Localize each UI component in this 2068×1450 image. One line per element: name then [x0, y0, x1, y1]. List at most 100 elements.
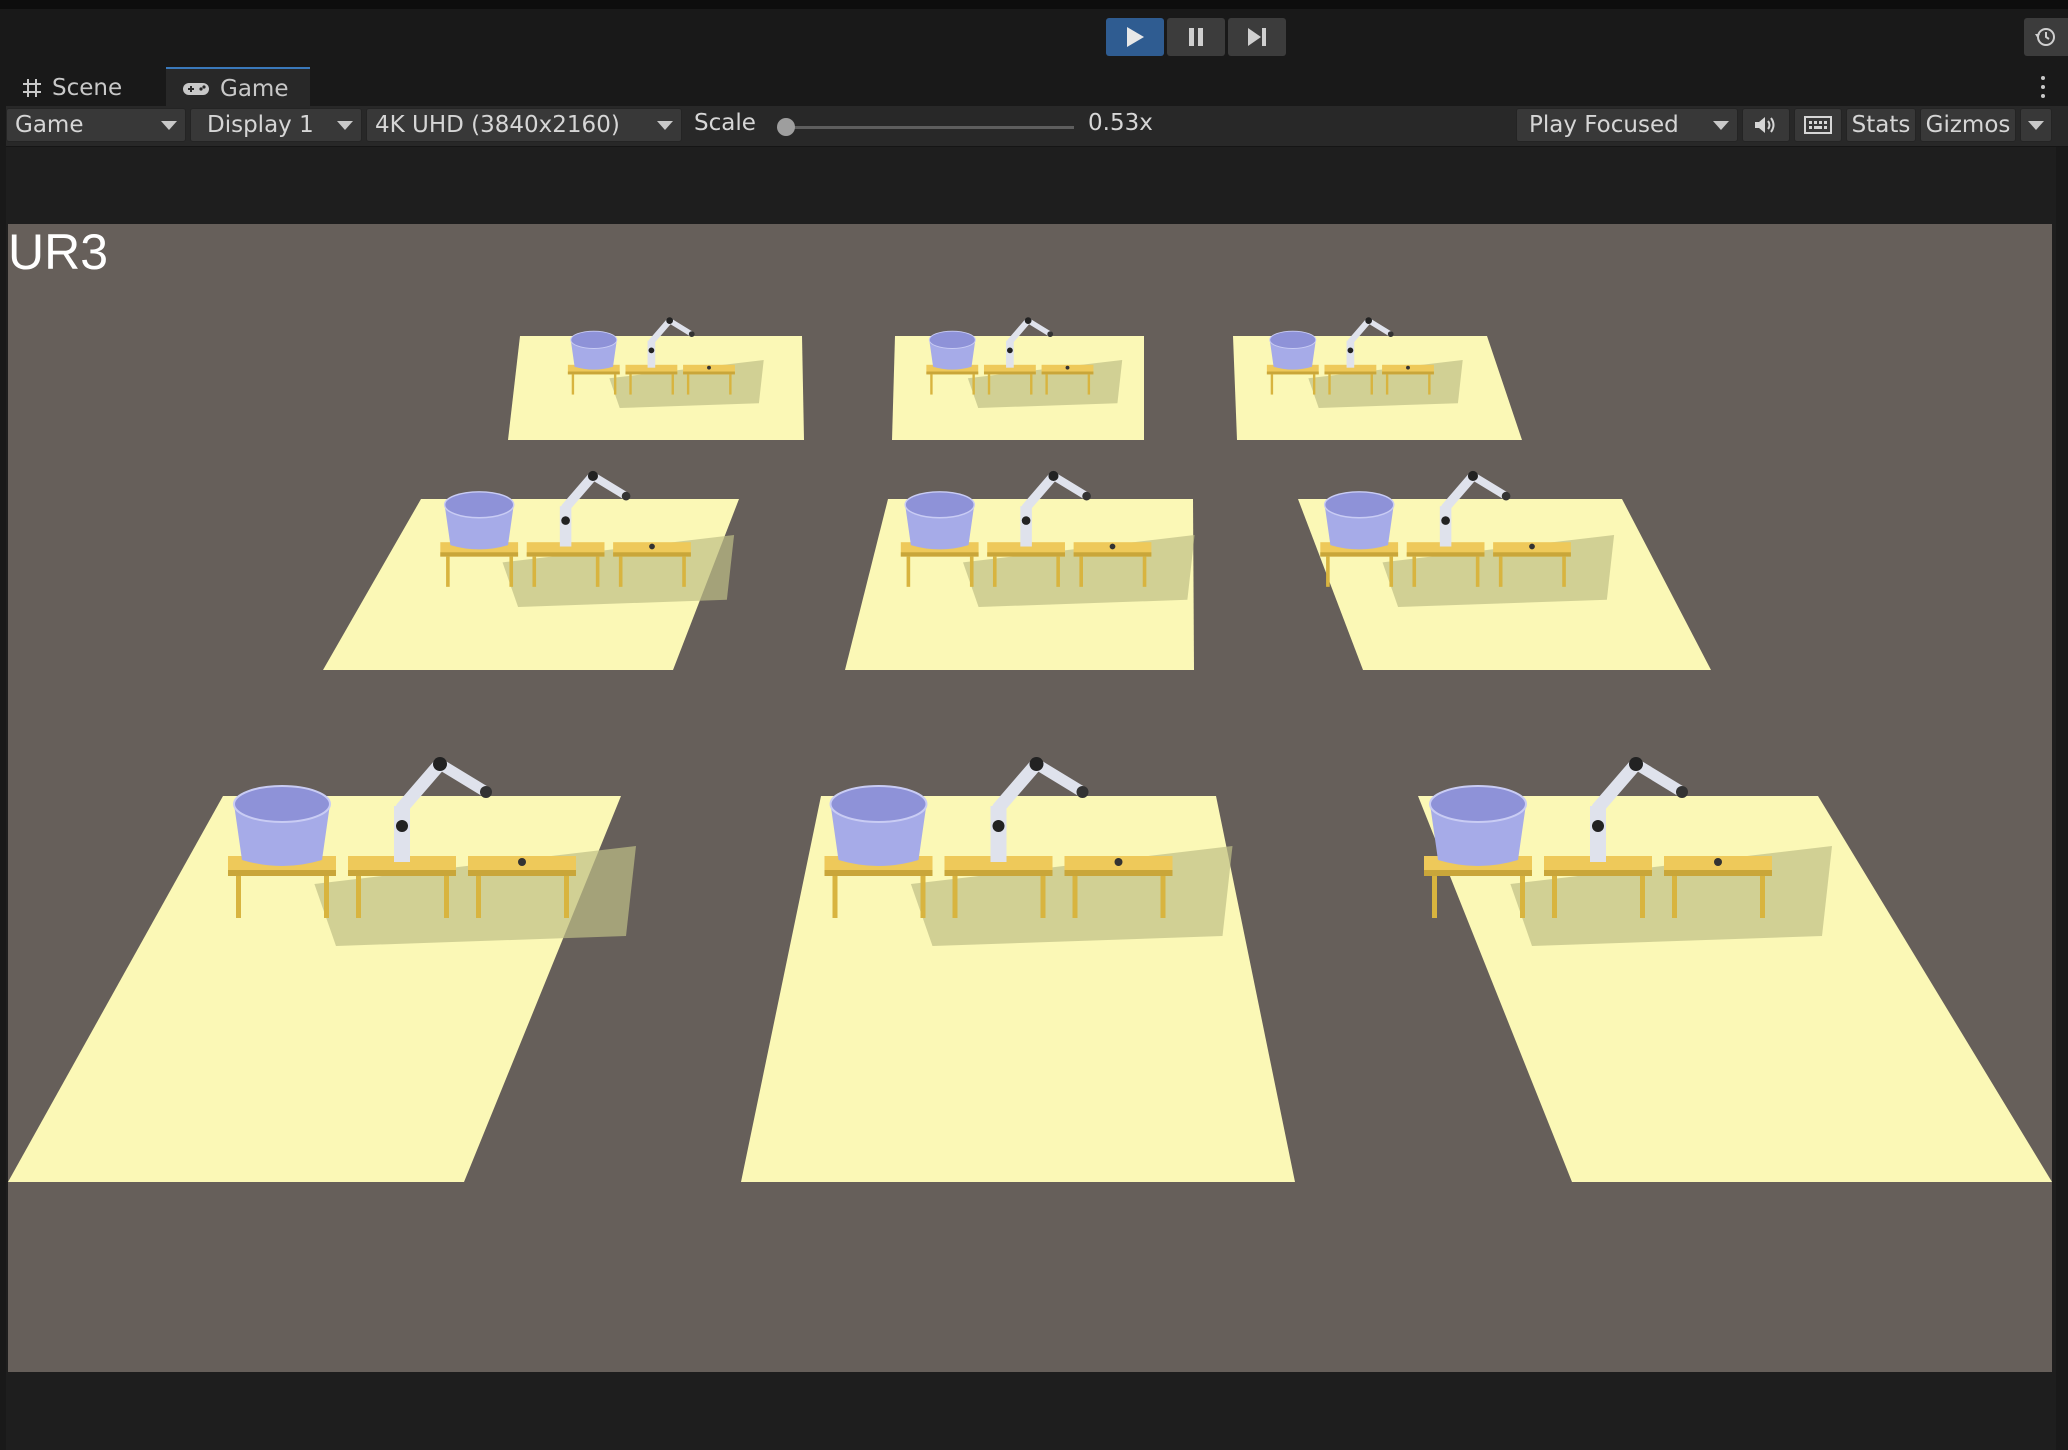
resolution-dropdown[interactable]: 4K UHD (3840x2160) — [366, 108, 682, 142]
table-leg — [324, 876, 329, 918]
robot-link — [434, 758, 492, 798]
robot-gripper — [1047, 331, 1054, 337]
robot-gripper — [1501, 491, 1511, 501]
table-leg — [1562, 556, 1566, 587]
target-object — [1529, 543, 1535, 550]
play-button[interactable] — [1106, 18, 1164, 56]
resolution-label: 4K UHD (3840x2160) — [375, 112, 620, 138]
table-edge — [987, 552, 1065, 557]
display-dropdown[interactable]: Display 1 — [190, 108, 362, 142]
robot-link — [1630, 758, 1688, 798]
table-leg — [629, 374, 632, 395]
robot-joint — [1347, 347, 1354, 354]
play-icon — [1127, 27, 1144, 47]
table-leg — [1385, 374, 1389, 395]
table-leg — [1432, 876, 1437, 918]
table-edge — [613, 552, 691, 557]
table-leg — [1412, 556, 1417, 587]
chevron-down-icon — [337, 120, 353, 130]
table-edge — [1320, 552, 1399, 557]
robot-joint — [1592, 820, 1604, 832]
scale-slider-track[interactable] — [786, 126, 1074, 129]
stats-button[interactable]: Stats — [1846, 108, 1916, 142]
table-edge — [1266, 371, 1319, 375]
simulation-scene — [8, 317, 2052, 1182]
robot-link — [1049, 472, 1091, 501]
bowl-rim — [1429, 785, 1527, 823]
table-leg — [1389, 556, 1394, 587]
robot-joint — [561, 516, 570, 525]
play-focused-label: Play Focused — [1529, 112, 1679, 138]
table-edge — [1424, 870, 1532, 876]
mute-audio-button[interactable] — [1742, 108, 1790, 142]
target-object — [1406, 365, 1410, 370]
table-leg — [446, 556, 450, 587]
robot-joint — [1365, 317, 1372, 324]
table-edge — [1493, 552, 1571, 557]
table-leg — [1640, 876, 1645, 918]
target-object — [1109, 543, 1116, 550]
table-leg — [1475, 556, 1480, 587]
tab-bar: Scene Game — [6, 66, 2068, 108]
table-leg — [1328, 374, 1331, 395]
table-edge — [824, 870, 933, 876]
gizmos-button[interactable]: Gizmos — [1920, 108, 2016, 142]
table-leg — [1552, 876, 1557, 918]
pause-button[interactable] — [1167, 18, 1225, 56]
table-leg — [356, 876, 361, 918]
bowl-rim — [829, 785, 928, 823]
more-options-icon[interactable] — [2038, 74, 2048, 100]
table-leg — [920, 876, 926, 918]
target-object — [1065, 365, 1070, 370]
title-strip — [0, 0, 2068, 9]
table-leg — [969, 556, 974, 587]
robot-joint — [1441, 516, 1450, 525]
table-leg — [618, 556, 623, 587]
history-button[interactable] — [2024, 18, 2068, 56]
table-leg — [1520, 876, 1525, 918]
table-edge — [1544, 870, 1652, 876]
table-leg — [1072, 876, 1078, 918]
play-focused-dropdown[interactable]: Play Focused — [1516, 108, 1738, 142]
game-viewport[interactable]: UR3 — [8, 224, 2052, 1372]
robot-link — [1031, 758, 1088, 798]
pause-icon — [1189, 28, 1203, 46]
table-leg — [1428, 374, 1431, 395]
grid-icon — [23, 78, 41, 97]
tab-scene[interactable]: Scene — [6, 69, 138, 106]
table-leg — [1040, 876, 1046, 918]
table-leg — [1045, 374, 1048, 395]
table-edge — [900, 552, 979, 557]
table-leg — [952, 876, 958, 918]
robot-gripper — [480, 786, 492, 798]
table-leg — [1498, 556, 1503, 587]
step-icon — [1248, 28, 1266, 46]
robot-joint — [1029, 757, 1044, 771]
table-edge — [1324, 371, 1377, 375]
tab-game-label: Game — [220, 75, 289, 102]
table-edge — [1664, 870, 1772, 876]
step-button[interactable] — [1228, 18, 1286, 56]
gizmos-label: Gizmos — [1925, 112, 2011, 138]
table-leg — [1326, 556, 1330, 587]
target-object — [649, 543, 655, 550]
table-leg — [1760, 876, 1765, 918]
keyboard-shortcuts-button[interactable] — [1794, 108, 1842, 142]
table-edge — [567, 371, 620, 375]
table-leg — [532, 556, 537, 587]
gizmos-dropdown-button[interactable] — [2020, 108, 2052, 142]
robot-joint — [666, 317, 673, 324]
robot-gripper — [688, 331, 695, 337]
tab-scene-label: Scene — [52, 74, 123, 101]
tab-game[interactable]: Game — [166, 67, 310, 108]
top-toolbar — [0, 0, 2068, 66]
table-edge — [526, 552, 605, 557]
table-edge — [1064, 870, 1173, 876]
scale-slider-handle[interactable] — [777, 118, 795, 136]
table-leg — [509, 556, 514, 587]
robot-joint — [1021, 516, 1031, 525]
table-edge — [228, 870, 336, 876]
game-mode-dropdown[interactable]: Game — [6, 108, 186, 142]
table-edge — [683, 371, 735, 375]
robot-joint — [587, 470, 599, 481]
